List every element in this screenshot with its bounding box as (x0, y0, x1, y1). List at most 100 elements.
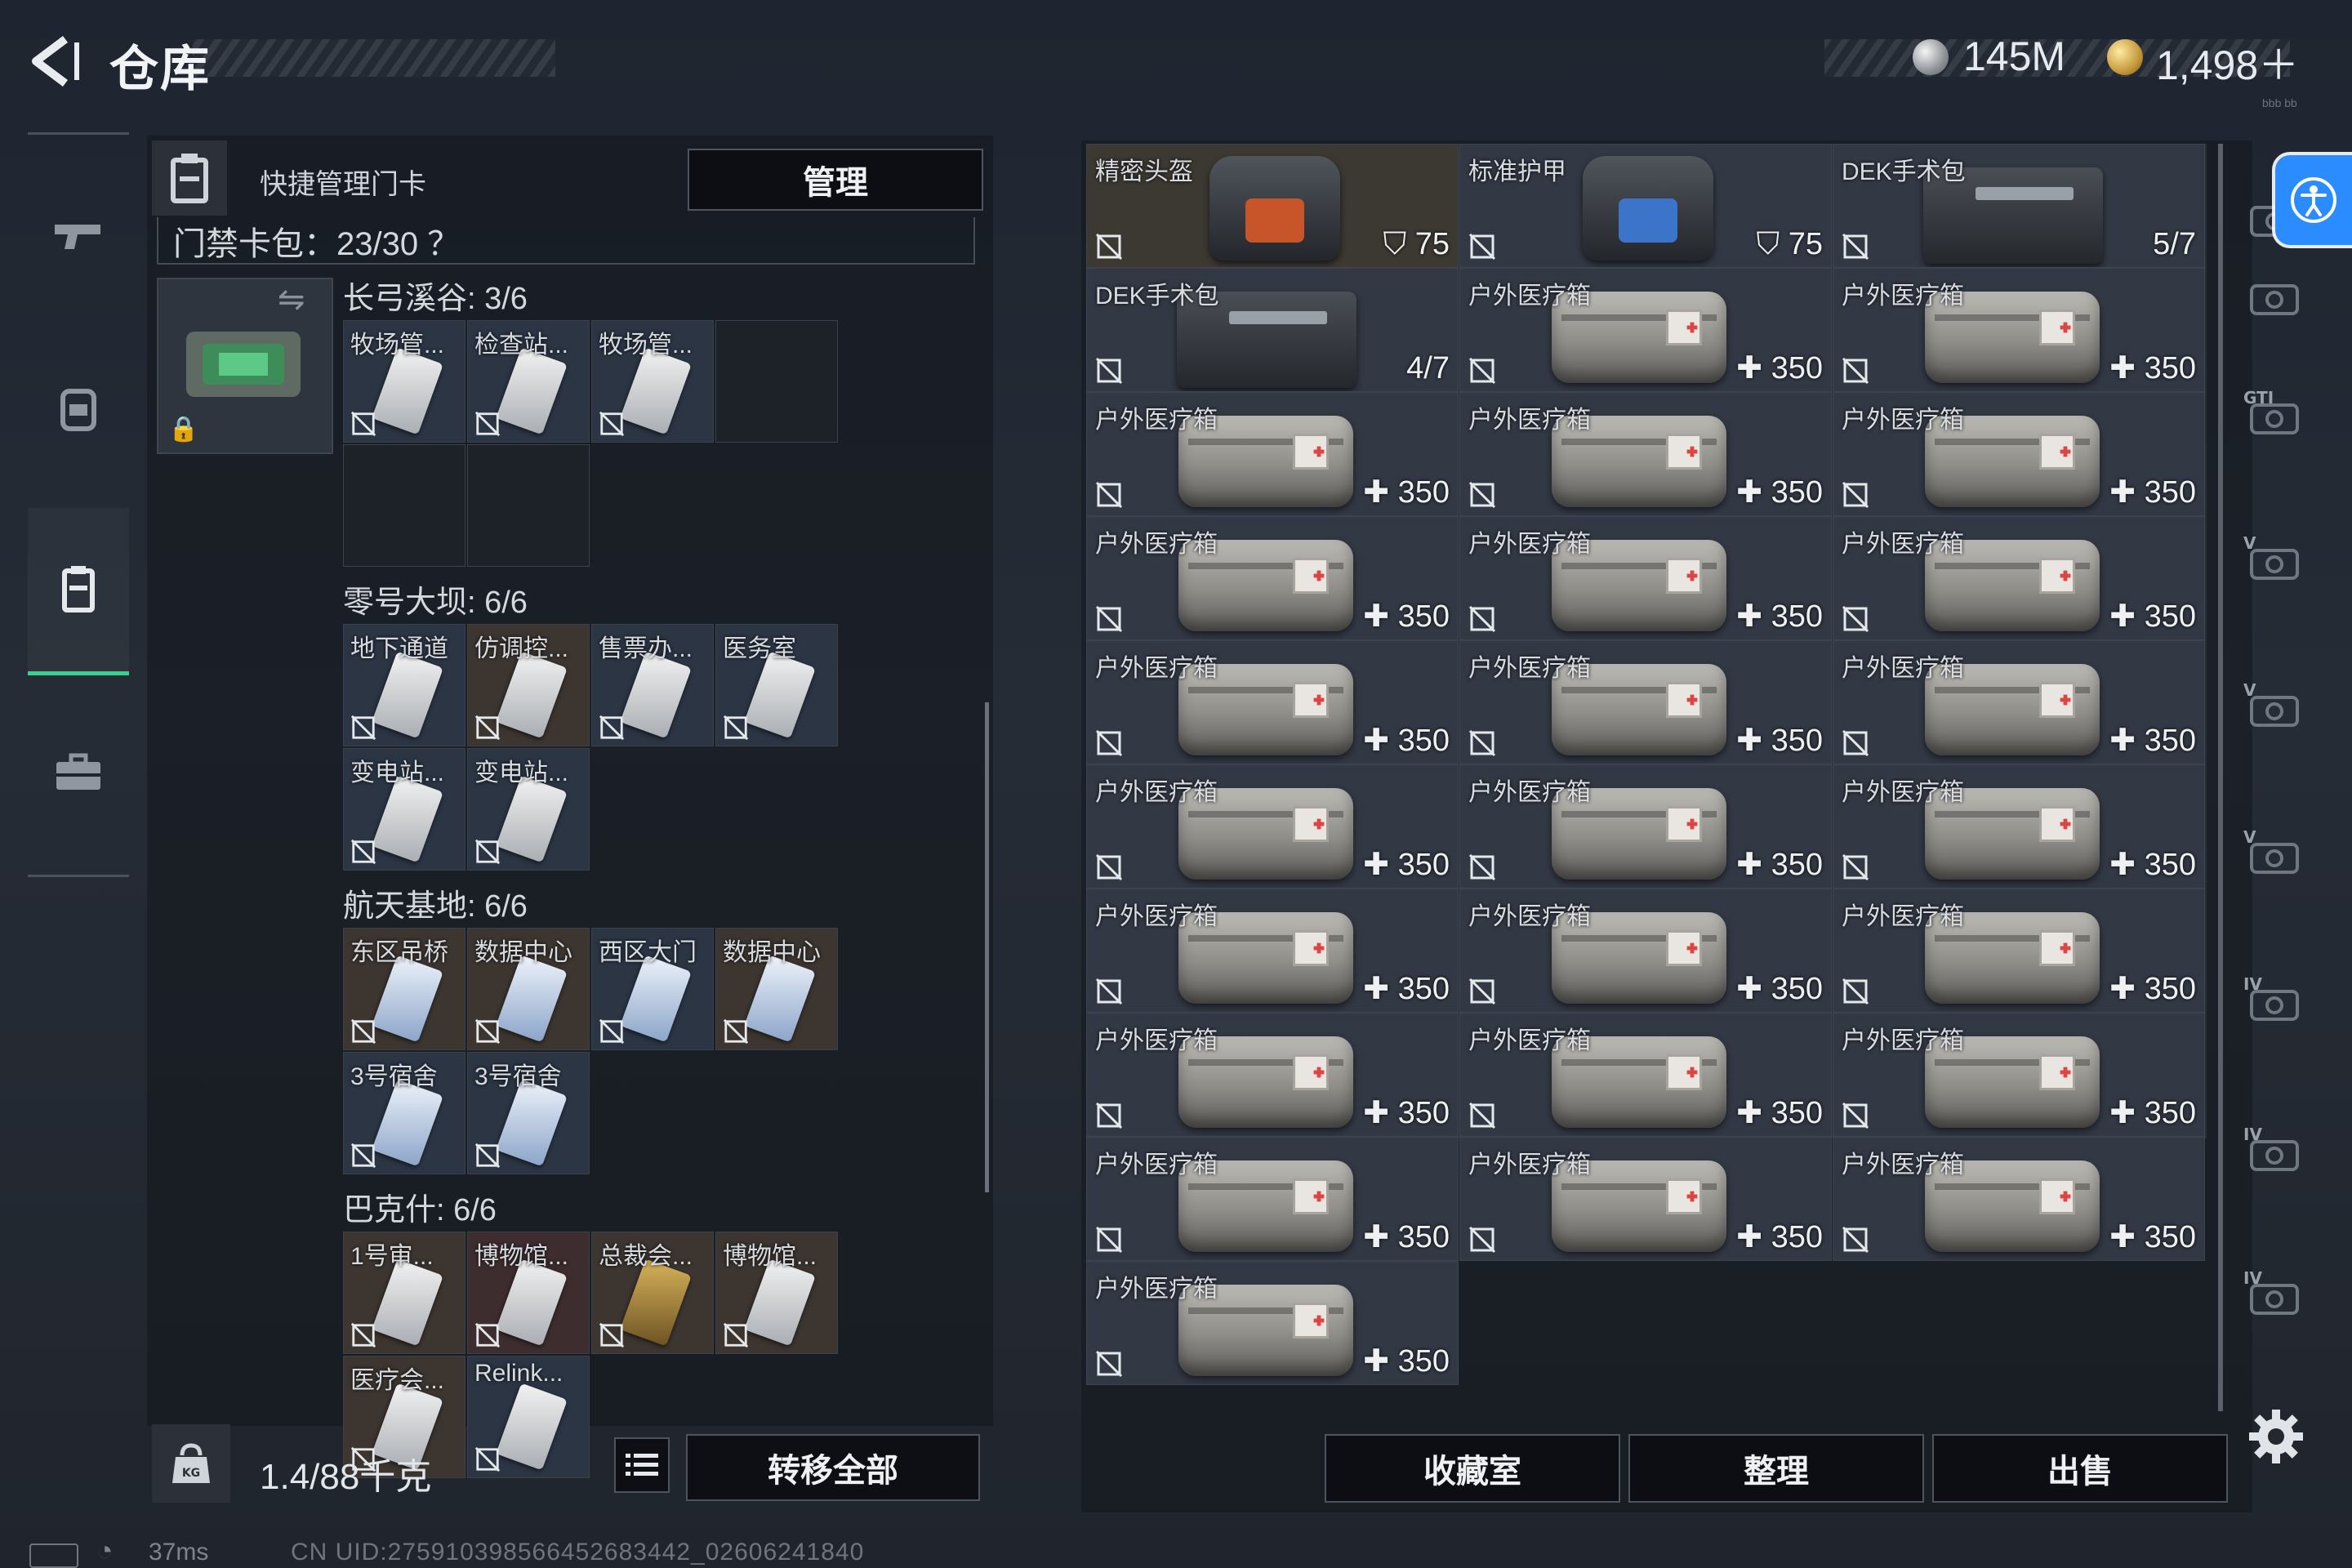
stash-item[interactable]: 户外医疗箱 ✚ 350 (1833, 268, 2205, 392)
nav-keycards[interactable] (28, 508, 129, 675)
keycard-cell[interactable]: Relink... (467, 1356, 590, 1478)
keycard-cell[interactable]: 博物馆... (467, 1232, 590, 1354)
keycard-cell[interactable]: 总裁会... (591, 1232, 714, 1354)
keycard-cell[interactable]: 3号宿舍 (467, 1052, 590, 1174)
stash-item[interactable]: 户外医疗箱 ✚ 350 (1086, 516, 1459, 640)
swap-icon[interactable]: ⇋ (278, 281, 305, 318)
medical-cross-icon (2060, 694, 2071, 706)
stash-item[interactable]: 户外医疗箱 ✚ 350 (1086, 392, 1459, 516)
stash-item-value: ⛉ 75 (1757, 227, 1823, 262)
keycard-group-title: 零号大坝: 6/6 (343, 586, 528, 620)
stash-item[interactable]: 户外医疗箱 ✚ 350 (1086, 889, 1459, 1013)
transfer-all-button[interactable]: 转移全部 (686, 1434, 980, 1501)
medical-iv-icon[interactable]: IV (2236, 1114, 2310, 1187)
keycard-cell[interactable]: 检查站... (467, 320, 590, 443)
keycard-cell[interactable]: 变电站... (343, 748, 466, 871)
stash-item[interactable]: 户外医疗箱 ✚ 350 (1459, 889, 1832, 1013)
keycard-cell[interactable]: 东区吊桥 (343, 928, 466, 1050)
weight-icon: KG (172, 1443, 210, 1483)
keycard-cell[interactable]: 牧场管... (343, 320, 466, 443)
stash-scrollbar[interactable] (2218, 144, 2223, 1411)
stash-item[interactable]: 户外医疗箱 ✚ 350 (1459, 268, 1832, 392)
nav-weapons[interactable] (28, 154, 129, 317)
keycard-cell[interactable]: 医务室 (715, 624, 838, 746)
list-view-button[interactable] (614, 1437, 670, 1493)
keycard-cell[interactable]: 地下通道 (343, 624, 466, 746)
stash-item[interactable]: 标准护甲 ⛉ 75 (1459, 144, 1832, 268)
nav-backpack[interactable] (28, 327, 129, 490)
left-scrollbar[interactable] (985, 702, 989, 1192)
stash-item[interactable]: 户外医疗箱 ✚ 350 (1459, 1013, 1832, 1137)
stash-item-value-text: 350 (1771, 475, 1823, 510)
helmet-icon (1209, 156, 1340, 261)
medical-cross-icon (1313, 1315, 1325, 1326)
v-case-icon[interactable]: V (2236, 670, 2310, 743)
no-sell-icon (350, 1143, 376, 1169)
accessibility-button[interactable] (2275, 155, 2352, 245)
no-sell-icon (1095, 1102, 1123, 1129)
stash-item[interactable]: DEK手术包 4/7 (1086, 268, 1459, 392)
keycard-icon (372, 775, 443, 863)
stash-item[interactable]: DEK手术包 5/7 (1833, 144, 2205, 268)
stash-item[interactable]: 户外医疗箱 ✚ 350 (1833, 764, 2205, 889)
stash-item[interactable]: 户外医疗箱 ✚ 350 (1086, 1261, 1459, 1385)
stash-item[interactable]: 户外医疗箱 ✚ 350 (1086, 640, 1459, 764)
stash-item[interactable]: 户外医疗箱 ✚ 350 (1459, 1137, 1832, 1261)
back-arrow-icon[interactable] (28, 34, 85, 88)
stash-item-value: ✚ 350 (2109, 598, 2196, 635)
gold-currency-value[interactable]: 1,498＋ (2156, 33, 2299, 91)
keycard-cell[interactable]: 西区大门 (591, 928, 714, 1050)
plus-icon: ✚ (1363, 1344, 1398, 1379)
keycard-group-title: 长弓溪谷: 3/6 (343, 282, 528, 316)
stash-item[interactable]: 精密头盔 ⛉ 75 (1086, 144, 1459, 268)
stash-item[interactable]: 户外医疗箱 ✚ 350 (1833, 1013, 2205, 1137)
stash-item[interactable]: 户外医疗箱 ✚ 350 (1459, 516, 1832, 640)
plus-icon: ✚ (1363, 599, 1398, 634)
keycard-cell[interactable]: 售票办... (591, 624, 714, 746)
keycard-cell[interactable]: 3号宿舍 (343, 1052, 466, 1174)
card-pack-count[interactable]: 门禁卡包：23/30 ？ (173, 217, 460, 265)
sell-button[interactable]: 出售 (1932, 1434, 2228, 1503)
keycard-cell[interactable]: 1号审... (343, 1232, 466, 1354)
stash-item[interactable]: 户外医疗箱 ✚ 350 (1833, 392, 2205, 516)
no-sell-icon (1842, 1226, 1869, 1254)
iv-folder-icon[interactable]: IV (2236, 1258, 2310, 1331)
stash-item[interactable]: 户外医疗箱 ✚ 350 (1833, 889, 2205, 1013)
stash-item-value: ✚ 350 (1363, 722, 1450, 759)
settings-gear-icon[interactable] (2246, 1406, 2306, 1467)
nav-briefcase[interactable] (28, 691, 129, 854)
v-case-icon[interactable]: V (2236, 523, 2310, 596)
medical-iv-icon[interactable]: IV (2236, 964, 2310, 1037)
collection-room-button[interactable]: 收藏室 (1325, 1434, 1620, 1503)
stash-item-value-text: 350 (1397, 1344, 1450, 1379)
keycard-cell[interactable]: 变电站... (467, 748, 590, 871)
v-case-icon-glyph: V (2243, 680, 2299, 727)
gti-slot-icon[interactable]: GTI (2236, 377, 2310, 451)
stash-item[interactable]: 户外医疗箱 ✚ 350 (1833, 516, 2205, 640)
keycard-cell[interactable]: 仿调控... (467, 624, 590, 746)
manage-button[interactable]: 管理 (688, 149, 983, 211)
keycard-cell[interactable]: 博物馆... (715, 1232, 838, 1354)
keycard-cell[interactable]: 数据中心 (467, 928, 590, 1050)
no-sell-icon (1468, 357, 1496, 385)
medical-cross-icon (1686, 1191, 1698, 1202)
gun-slot-icon[interactable] (2236, 258, 2310, 332)
stash-item[interactable]: 户外医疗箱 ✚ 350 (1833, 1137, 2205, 1261)
keycard-cell[interactable]: 数据中心 (715, 928, 838, 1050)
stash-item-value-text: 350 (2144, 1096, 2196, 1130)
silver-currency-value: 145M (1963, 33, 2066, 79)
stash-item[interactable]: 户外医疗箱 ✚ 350 (1086, 1137, 1459, 1261)
title-decoration (193, 39, 555, 77)
stash-item[interactable]: 户外医疗箱 ✚ 350 (1459, 764, 1832, 889)
stash-item[interactable]: 户外医疗箱 ✚ 350 (1086, 1013, 1459, 1137)
keycard-icon (496, 775, 568, 863)
keycard-cell[interactable]: 牧场管... (591, 320, 714, 443)
stash-item[interactable]: 户外医疗箱 ✚ 350 (1086, 764, 1459, 889)
stash-item[interactable]: 户外医疗箱 ✚ 350 (1459, 640, 1832, 764)
stash-item[interactable]: 户外医疗箱 ✚ 350 (1459, 392, 1832, 516)
organize-button[interactable]: 整理 (1628, 1434, 1924, 1503)
v-case-icon[interactable]: V (2236, 817, 2310, 890)
plus-icon: ✚ (2109, 351, 2145, 385)
plus-icon: ✚ (1736, 351, 1771, 385)
stash-item[interactable]: 户外医疗箱 ✚ 350 (1833, 640, 2205, 764)
